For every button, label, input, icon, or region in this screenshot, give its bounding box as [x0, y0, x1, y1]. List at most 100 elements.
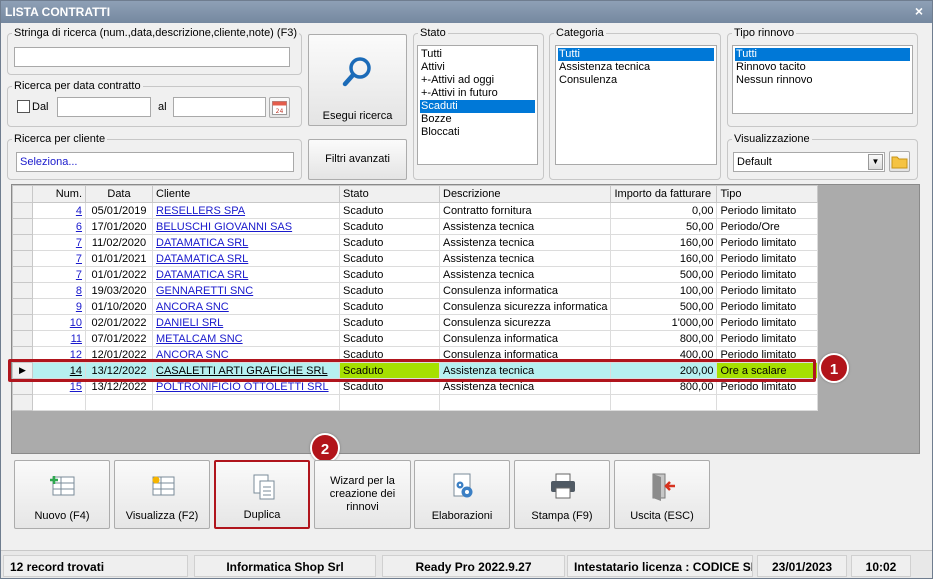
cell-importo: 50,00: [610, 218, 718, 235]
empty-row: [12, 394, 819, 411]
cell-data: 19/03/2020: [85, 282, 153, 299]
calendar-button[interactable]: 24: [269, 97, 290, 118]
cell-descrizione: Contratto fornitura: [438, 202, 612, 219]
cell-stato: Scaduto: [339, 218, 440, 235]
col-num[interactable]: Num.: [32, 185, 86, 203]
cell-cliente[interactable]: DATAMATICA SRL: [152, 234, 340, 251]
col-data[interactable]: Data: [85, 185, 153, 203]
stato-option[interactable]: Scaduti: [420, 100, 535, 113]
categoria-option[interactable]: Assistenza tecnica: [558, 61, 714, 74]
col-tipo[interactable]: Tipo: [716, 185, 819, 203]
tipo-rinnovo-option[interactable]: Tutti: [735, 48, 910, 61]
cell-num[interactable]: 9: [32, 298, 86, 315]
row-indicator[interactable]: [12, 266, 33, 283]
col-importo[interactable]: Importo da fatturare: [610, 185, 718, 203]
wizard-rinnovi-button[interactable]: Wizard per la creazione dei rinnovi: [314, 460, 411, 529]
cell-num[interactable]: 11: [32, 330, 86, 347]
cell-cliente[interactable]: METALCAM SNC: [152, 330, 340, 347]
chevron-down-icon[interactable]: ▼: [868, 154, 883, 170]
cell-cliente[interactable]: BELUSCHI GIOVANNI SAS: [152, 218, 340, 235]
cell-importo: 500,00: [610, 266, 718, 283]
stato-listbox[interactable]: Tutti Attivi +-Attivi ad oggi +-Attivi in f…: [417, 45, 538, 165]
advanced-filters-button[interactable]: Filtri avanzati: [308, 139, 407, 180]
elaborazioni-button[interactable]: Elaborazioni: [414, 460, 510, 529]
table-row[interactable]: 11 07/01/2022 METALCAM SNC Scaduto Consulenz…: [12, 330, 819, 347]
stato-option[interactable]: Bozze: [420, 113, 535, 126]
folder-button[interactable]: [889, 151, 910, 172]
categoria-option[interactable]: Consulenza: [558, 74, 714, 87]
row-indicator[interactable]: [12, 250, 33, 267]
date-from-label: Dal: [32, 101, 49, 113]
row-indicator[interactable]: [12, 314, 33, 331]
stato-option[interactable]: +-Attivi in futuro: [420, 87, 535, 100]
visualizzazione-value: Default: [737, 156, 772, 168]
search-input[interactable]: [14, 47, 290, 67]
categoria-option[interactable]: Tutti: [558, 48, 714, 61]
visualizza-label: Visualizza (F2): [125, 510, 199, 522]
date-from-field[interactable]: [57, 97, 151, 117]
cell-descrizione: Assistenza tecnica: [438, 218, 612, 235]
stato-option[interactable]: Tutti: [420, 48, 535, 61]
table-row[interactable]: 7 11/02/2020 DATAMATICA SRL Scaduto Assisten…: [12, 234, 819, 251]
cell-stato: Scaduto: [339, 250, 440, 267]
cell-stato: Scaduto: [339, 202, 440, 219]
cell-cliente[interactable]: RESELLERS SPA: [152, 202, 340, 219]
table-row[interactable]: 10 02/01/2022 DANIELI SRL Scaduto Consulenza…: [12, 314, 819, 331]
cell-num[interactable]: 6: [32, 218, 86, 235]
cell-importo: 160,00: [610, 250, 718, 267]
status-company: Informatica Shop Srl: [194, 555, 376, 577]
table-row[interactable]: 7 01/01/2021 DATAMATICA SRL Scaduto Assisten…: [12, 250, 819, 267]
cell-stato: Scaduto: [339, 330, 440, 347]
cell-cliente[interactable]: ANCORA SNC: [152, 298, 340, 315]
nuovo-button[interactable]: Nuovo (F4): [14, 460, 110, 529]
cell-tipo: Periodo limitato: [716, 266, 819, 283]
view-record-icon: [152, 476, 175, 496]
col-descrizione[interactable]: Descrizione: [438, 185, 612, 203]
tipo-rinnovo-listbox[interactable]: Tutti Rinnovo tacito Nessun rinnovo: [732, 45, 913, 114]
stato-option[interactable]: Bloccati: [420, 126, 535, 139]
cell-num[interactable]: 8: [32, 282, 86, 299]
date-checkbox[interactable]: [17, 100, 30, 113]
col-stato[interactable]: Stato: [339, 185, 440, 203]
cell-tipo: Periodo limitato: [716, 298, 819, 315]
row-indicator[interactable]: [12, 202, 33, 219]
row-indicator[interactable]: [12, 218, 33, 235]
row-indicator[interactable]: [12, 298, 33, 315]
tipo-rinnovo-option[interactable]: Rinnovo tacito: [735, 61, 910, 74]
cell-num[interactable]: 7: [32, 234, 86, 251]
client-select-field[interactable]: Seleziona...: [16, 152, 294, 172]
categoria-listbox[interactable]: Tutti Assistenza tecnica Consulenza: [555, 45, 717, 165]
cell-num[interactable]: 10: [32, 314, 86, 331]
window-title: LISTA CONTRATTI: [5, 5, 111, 19]
close-icon[interactable]: ×: [912, 1, 926, 23]
cell-num[interactable]: 4: [32, 202, 86, 219]
cell-cliente[interactable]: GENNARETTI SNC: [152, 282, 340, 299]
cell-descrizione: Consulenza sicurezza informatica: [438, 298, 612, 315]
uscita-button[interactable]: Uscita (ESC): [614, 460, 710, 529]
cell-cliente[interactable]: DATAMATICA SRL: [152, 250, 340, 267]
table-row[interactable]: 8 19/03/2020 GENNARETTI SNC Scaduto Consulen…: [12, 282, 819, 299]
table-row[interactable]: 7 01/01/2022 DATAMATICA SRL Scaduto Assisten…: [12, 266, 819, 283]
date-to-field[interactable]: [173, 97, 266, 117]
col-cliente[interactable]: Cliente: [152, 185, 340, 203]
row-indicator[interactable]: [12, 330, 33, 347]
cell-cliente[interactable]: DATAMATICA SRL: [152, 266, 340, 283]
table-row[interactable]: 4 05/01/2019 RESELLERS SPA Scaduto Contratto…: [12, 202, 819, 219]
stato-option[interactable]: +-Attivi ad oggi: [420, 74, 535, 87]
duplica-button[interactable]: Duplica: [214, 460, 310, 529]
client-search-label: Ricerca per cliente: [14, 133, 106, 145]
search-button[interactable]: Esegui ricerca: [308, 34, 407, 126]
cell-num[interactable]: 7: [32, 250, 86, 267]
visualizzazione-select[interactable]: Default ▼: [733, 152, 885, 172]
cell-cliente[interactable]: DANIELI SRL: [152, 314, 340, 331]
visualizza-button[interactable]: Visualizza (F2): [114, 460, 210, 529]
table-row[interactable]: 9 01/10/2020 ANCORA SNC Scaduto Consulenza s…: [12, 298, 819, 315]
row-indicator[interactable]: [12, 282, 33, 299]
stampa-button[interactable]: Stampa (F9): [514, 460, 610, 529]
row-indicator[interactable]: [12, 234, 33, 251]
tipo-rinnovo-option[interactable]: Nessun rinnovo: [735, 74, 910, 87]
table-row[interactable]: 6 17/01/2020 BELUSCHI GIOVANNI SAS Scaduto A…: [12, 218, 819, 235]
cell-num[interactable]: 7: [32, 266, 86, 283]
stato-option[interactable]: Attivi: [420, 61, 535, 74]
cell-data: 01/10/2020: [85, 298, 153, 315]
